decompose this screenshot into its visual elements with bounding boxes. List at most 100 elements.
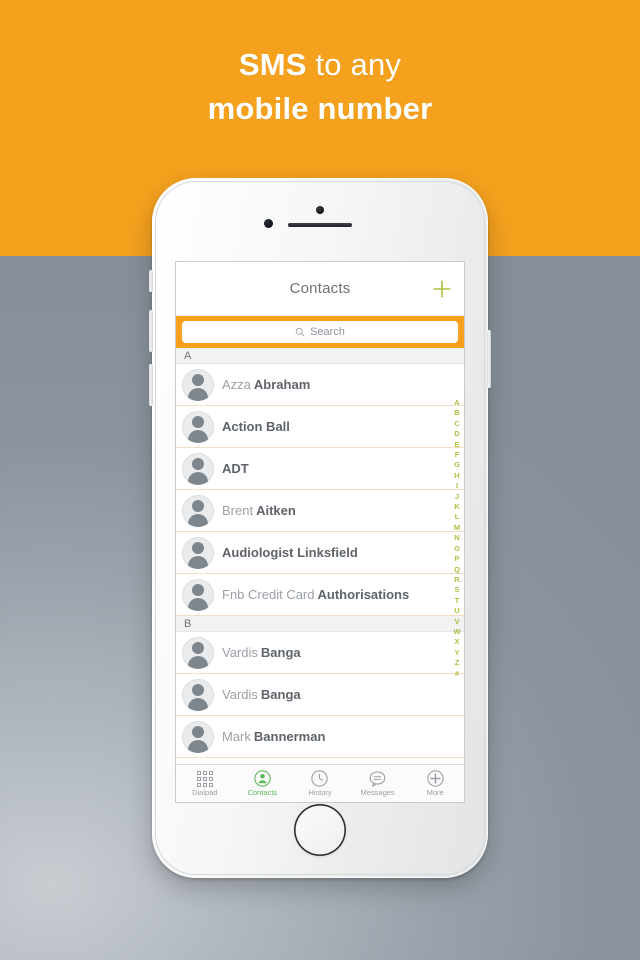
dialpad-icon <box>196 770 213 787</box>
front-camera-icon <box>316 206 324 214</box>
promo-headline-line1: SMS to any <box>0 46 640 84</box>
alphabet-index-letter[interactable]: K <box>454 502 459 512</box>
proximity-sensor-icon <box>264 219 273 228</box>
tab-label: More <box>426 788 444 797</box>
tab-contacts[interactable]: Contacts <box>234 770 292 797</box>
contact-row[interactable]: Fnb Credit Card Authorisations <box>176 574 464 616</box>
contact-row[interactable]: Brent Aitken <box>176 490 464 532</box>
section-header-a: A <box>176 348 464 364</box>
power-button[interactable] <box>487 330 491 388</box>
search-input[interactable]: Search <box>182 321 458 343</box>
message-icon <box>369 770 386 787</box>
alphabet-index-letter[interactable]: V <box>454 617 459 627</box>
alphabet-index-letter[interactable]: R <box>454 575 459 585</box>
tab-label: Dialpad <box>192 788 218 797</box>
alphabet-index-letter[interactable]: M <box>454 523 460 533</box>
contact-last-name: Abraham <box>253 377 311 392</box>
alphabet-index-letter[interactable]: F <box>455 450 460 460</box>
app-navbar: Contacts <box>176 262 464 316</box>
person-avatar <box>182 720 214 753</box>
contact-first-name: Vardis <box>222 687 258 702</box>
contact-name: Vardis Banga <box>222 687 301 702</box>
contact-name: Mark Bannerman <box>222 729 325 744</box>
tab-history[interactable]: History <box>291 770 349 797</box>
contact-first-name: Brent <box>222 503 254 518</box>
alphabet-index-letter[interactable]: I <box>456 481 458 491</box>
alphabet-index-letter[interactable]: X <box>454 637 459 647</box>
contact-last-name: ADT <box>222 461 249 476</box>
contact-name: Brent Aitken <box>222 503 296 518</box>
contact-row[interactable]: Vardis Banga <box>176 674 464 716</box>
alphabet-index-letter[interactable]: Z <box>455 658 460 668</box>
contact-last-name: Banga <box>260 687 301 702</box>
home-button[interactable] <box>294 804 346 856</box>
search-placeholder-text: Search <box>310 326 345 338</box>
alphabet-index-letter[interactable]: E <box>454 440 459 450</box>
alphabet-index-letter[interactable]: C <box>454 419 459 429</box>
alphabet-index-letter[interactable]: P <box>454 554 459 564</box>
section-header-b: B <box>176 616 464 632</box>
contacts-icon <box>254 770 271 787</box>
contact-last-name: Audiologist Linksfield <box>222 545 358 560</box>
earpiece-speaker-icon <box>288 223 352 227</box>
search-icon <box>295 327 305 337</box>
tab-dialpad[interactable]: Dialpad <box>176 770 234 797</box>
contact-row[interactable]: Action Ball <box>176 406 464 448</box>
contact-row[interactable]: Azza Abraham <box>176 364 464 406</box>
alphabet-index[interactable]: A B C D E F G H I J K L M N O P Q R S T U V W X Y Z # <box>451 398 463 679</box>
plus-circle-icon <box>426 770 444 787</box>
silent-switch[interactable] <box>149 270 153 292</box>
search-bar-container: Search <box>176 316 464 348</box>
contact-first-name: Vardis <box>222 645 258 660</box>
page-title: Contacts <box>289 280 351 297</box>
alphabet-index-letter[interactable]: S <box>454 585 459 595</box>
volume-up-button[interactable] <box>149 310 153 352</box>
volume-down-button[interactable] <box>149 364 153 406</box>
alphabet-index-letter[interactable]: H <box>454 471 459 481</box>
contact-last-name: Authorisations <box>317 587 410 602</box>
alphabet-index-letter[interactable]: J <box>455 492 459 502</box>
alphabet-index-letter[interactable]: U <box>454 606 459 616</box>
contact-row[interactable]: Mark Bannerman <box>176 716 464 758</box>
person-avatar <box>182 368 214 401</box>
alphabet-index-letter[interactable]: # <box>455 669 459 679</box>
section-letter: A <box>184 349 192 362</box>
contact-row[interactable]: Audiologist Linksfield <box>176 532 464 574</box>
promo-headline: SMS to any mobile number <box>0 46 640 128</box>
promo-headline-rest: to any <box>306 47 402 82</box>
contact-row[interactable]: ADT <box>176 448 464 490</box>
contact-last-name: Action Ball <box>222 419 290 434</box>
person-avatar <box>182 536 214 569</box>
tab-messages[interactable]: Messages <box>349 770 407 797</box>
alphabet-index-letter[interactable]: D <box>454 429 459 439</box>
phone-screen: Contacts Search A Azza Abraham Action Ba… <box>176 262 464 802</box>
clock-icon <box>311 770 329 787</box>
contact-row[interactable]: Vardis Banga <box>176 632 464 674</box>
contact-first-name: Fnb Credit Card <box>222 587 315 602</box>
alphabet-index-letter[interactable]: T <box>455 596 460 606</box>
tab-more[interactable]: More <box>406 770 464 797</box>
tab-label: Messages <box>360 788 395 797</box>
section-letter: B <box>184 617 192 630</box>
contact-first-name: Mark <box>222 729 251 744</box>
alphabet-index-letter[interactable]: G <box>454 460 460 470</box>
alphabet-index-letter[interactable]: L <box>455 512 460 522</box>
contact-last-name: Banga <box>260 645 301 660</box>
alphabet-index-letter[interactable]: B <box>454 408 459 418</box>
alphabet-index-letter[interactable]: Q <box>454 565 460 575</box>
contact-name: ADT <box>222 461 249 476</box>
contact-first-name: Azza <box>222 377 251 392</box>
contact-name: Azza Abraham <box>222 377 310 392</box>
alphabet-index-letter[interactable]: N <box>454 533 459 543</box>
contact-name: Audiologist Linksfield <box>222 545 358 560</box>
contact-name: Fnb Credit Card Authorisations <box>222 587 409 602</box>
alphabet-index-letter[interactable]: Y <box>454 648 459 658</box>
alphabet-index-letter[interactable]: O <box>454 544 460 554</box>
bottom-tab-bar: Dialpad Contacts History Messages More <box>176 764 464 802</box>
alphabet-index-letter[interactable]: A <box>454 398 459 408</box>
contact-list[interactable]: A Azza Abraham Action Ball ADT Brent Ait… <box>176 348 464 764</box>
person-avatar <box>182 636 214 669</box>
contact-name: Action Ball <box>222 419 290 434</box>
alphabet-index-letter[interactable]: W <box>453 627 460 637</box>
add-contact-button[interactable] <box>430 277 454 301</box>
